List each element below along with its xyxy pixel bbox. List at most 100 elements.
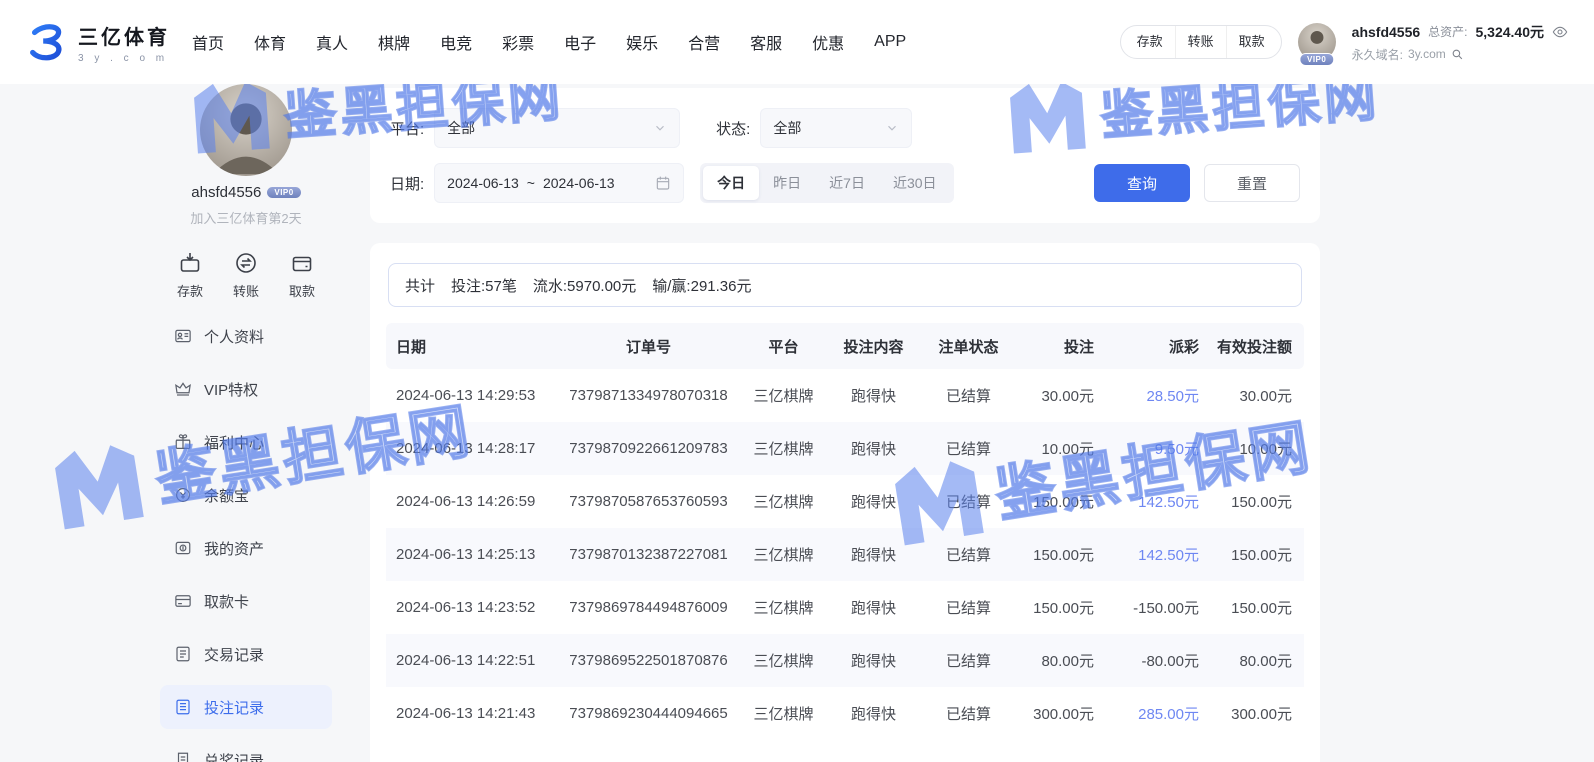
brand-logo-icon (26, 21, 68, 63)
nav-item[interactable]: APP (874, 33, 906, 51)
sidebar-item-vip[interactable]: VIP特权 (160, 367, 332, 411)
quick-deposit[interactable]: 存款 (166, 251, 214, 300)
nav-item[interactable]: 彩票 (502, 30, 534, 54)
receipt-icon (174, 751, 192, 762)
username: ahsfd4556 (1352, 24, 1420, 40)
cell-payout: -150.00元 (1106, 597, 1211, 618)
cell-content: 跑得快 (826, 491, 921, 512)
cell-payout: -80.00元 (1106, 650, 1211, 671)
brand-name: 三亿体育 (78, 21, 170, 50)
quick-withdraw[interactable]: 取款 (278, 251, 326, 300)
table-row: 2024-06-13 14:28:177379870922661209783三亿… (386, 422, 1304, 475)
withdraw-icon (290, 251, 314, 275)
range-yesterday-button[interactable]: 昨日 (759, 166, 815, 200)
cell-bet: 150.00元 (1016, 491, 1106, 512)
cell-order: 7379869784494876009 (556, 599, 741, 616)
assets-value: 5,324.40元 (1476, 22, 1545, 42)
reset-button[interactable]: 重置 (1204, 164, 1300, 202)
cell-date: 2024-06-13 14:22:51 (386, 652, 556, 669)
bank-card-icon (174, 592, 192, 610)
cell-date: 2024-06-13 14:21:43 (386, 705, 556, 722)
cell-order: 7379870922661209783 (556, 440, 741, 457)
sidebar-item-prize-records[interactable]: 兑奖记录 (160, 738, 332, 762)
withdraw-button[interactable]: 取款 (1226, 26, 1277, 58)
list-doc-icon (174, 645, 192, 663)
deposit-button[interactable]: 存款 (1125, 26, 1175, 58)
cell-status: 已结算 (921, 491, 1016, 512)
table-body: 2024-06-13 14:29:537379871334978070318三亿… (386, 369, 1304, 740)
range-30days-button[interactable]: 近30日 (879, 166, 951, 200)
domain-label: 永久域名: (1352, 46, 1403, 63)
cell-order: 7379869522501870876 (556, 652, 741, 669)
nav-item[interactable]: 客服 (750, 30, 782, 54)
sidebar-menu: 个人资料 VIP特权 福利中心 余额宝 我的资产 取款卡 (160, 314, 332, 762)
date-range-input[interactable]: 2024-06-13 ~ 2024-06-13 (434, 163, 684, 203)
profile-avatar[interactable] (200, 84, 292, 176)
cell-valid: 80.00元 (1211, 650, 1304, 671)
range-7days-button[interactable]: 近7日 (815, 166, 879, 200)
platform-select[interactable]: 全部 (434, 108, 680, 148)
date-to: 2024-06-13 (543, 175, 615, 191)
nav-item[interactable]: 首页 (192, 30, 224, 54)
table-row: 2024-06-13 14:29:537379871334978070318三亿… (386, 369, 1304, 422)
cell-bet: 10.00元 (1016, 438, 1106, 459)
nav-item[interactable]: 棋牌 (378, 30, 410, 54)
sidebar-item-assets[interactable]: 我的资产 (160, 526, 332, 570)
sidebar-item-yuebao[interactable]: 余额宝 (160, 473, 332, 517)
page: 三亿体育 3 y . c o m 首页 体育 真人 棋牌 电竞 彩票 电子 娱乐… (0, 0, 1594, 762)
coin-icon (174, 486, 192, 504)
nav-item[interactable]: 真人 (316, 30, 348, 54)
sidebar-item-transactions[interactable]: 交易记录 (160, 632, 332, 676)
range-today-button[interactable]: 今日 (703, 166, 759, 200)
nav-item[interactable]: 优惠 (812, 30, 844, 54)
top-header: 三亿体育 3 y . c o m 首页 体育 真人 棋牌 电竞 彩票 电子 娱乐… (0, 0, 1594, 84)
brand[interactable]: 三亿体育 3 y . c o m (26, 21, 170, 64)
header-avatar-wrap[interactable]: VIP0 (1296, 23, 1338, 61)
crown-icon (174, 380, 192, 398)
summary-turnover: 流水:5970.00元 (533, 275, 636, 296)
search-icon[interactable] (1451, 48, 1464, 61)
sidebar-item-bet-records[interactable]: 投注记录 (160, 685, 332, 729)
user-meta: ahsfd4556 总资产: 5,324.40元 永久域名: 3y.com (1352, 22, 1568, 63)
sidebar-item-withdraw-card[interactable]: 取款卡 (160, 579, 332, 623)
sidebar-vip-badge: VIP0 (267, 187, 300, 198)
date-label: 日期: (390, 173, 424, 194)
summary-bar: 共计 投注:57笔 流水:5970.00元 输/赢:291.36元 (388, 263, 1302, 307)
quick-transfer[interactable]: 转账 (222, 251, 270, 300)
cell-valid: 300.00元 (1211, 703, 1304, 724)
table-row: 2024-06-13 14:22:517379869522501870876三亿… (386, 634, 1304, 687)
main-content: 平台: 全部 状态: 全部 日期: 2024-06-13 ~ 2024-06-1… (370, 88, 1320, 762)
platform-label: 平台: (390, 118, 424, 139)
cell-order: 7379869230444094665 (556, 705, 741, 722)
table-row: 2024-06-13 14:23:527379869784494876009三亿… (386, 581, 1304, 634)
nav-item[interactable]: 电子 (564, 30, 596, 54)
cell-status: 已结算 (921, 544, 1016, 565)
eye-icon[interactable] (1552, 24, 1568, 40)
quick-actions: 存款 转账 取款 (166, 251, 326, 300)
cell-date: 2024-06-13 14:25:13 (386, 546, 556, 563)
cell-platform: 三亿棋牌 (741, 703, 826, 724)
vip-badge: VIP0 (1299, 53, 1334, 66)
wallet-actions: 存款 转账 取款 (1120, 25, 1282, 59)
sidebar-item-profile[interactable]: 个人资料 (160, 314, 332, 358)
sidebar: ahsfd4556 VIP0 加入三亿体育第2天 存款 转账 取款 个人资料 (160, 84, 332, 762)
nav-item[interactable]: 体育 (254, 30, 286, 54)
cell-date: 2024-06-13 14:26:59 (386, 493, 556, 510)
cell-status: 已结算 (921, 650, 1016, 671)
cell-order: 7379870132387227081 (556, 546, 741, 563)
cell-content: 跑得快 (826, 544, 921, 565)
cell-status: 已结算 (921, 703, 1016, 724)
cell-payout: 285.00元 (1106, 703, 1211, 724)
sidebar-item-welfare[interactable]: 福利中心 (160, 420, 332, 464)
cell-bet: 30.00元 (1016, 385, 1106, 406)
nav-item[interactable]: 电竞 (440, 30, 472, 54)
search-button[interactable]: 查询 (1094, 164, 1190, 202)
table-row: 2024-06-13 14:21:437379869230444094665三亿… (386, 687, 1304, 740)
nav-item[interactable]: 娱乐 (626, 30, 658, 54)
transfer-button[interactable]: 转账 (1175, 26, 1226, 58)
status-select[interactable]: 全部 (760, 108, 912, 148)
nav-item[interactable]: 合营 (688, 30, 720, 54)
table-row: 2024-06-13 14:25:137379870132387227081三亿… (386, 528, 1304, 581)
cell-valid: 30.00元 (1211, 385, 1304, 406)
cell-date: 2024-06-13 14:29:53 (386, 387, 556, 404)
